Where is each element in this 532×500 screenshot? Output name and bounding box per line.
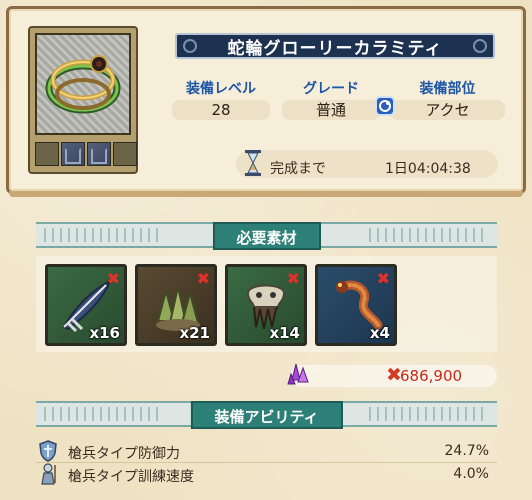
cost-value: 686,900 [400,367,463,385]
stat-grade: グレード 普通 [282,78,380,120]
item-frame [28,26,138,174]
missing-x-icon: ✖ [106,269,120,288]
soldier-icon [38,463,58,485]
ability-title: 装備アビリティ [190,401,343,429]
time-label: 完成まで [270,161,326,177]
missing-x-icon: ✖ [376,269,390,288]
missing-x-icon: ✖ [196,269,210,288]
ability-row: 槍兵タイプ訓練速度 4.0% [36,463,497,485]
item-name-banner: 蛇輪グローリーカラミティ [175,33,495,59]
material-slot[interactable]: ✖ x21 [135,264,217,346]
stat-equip-slot: 装備部位 アクセ [390,78,505,120]
stat-label: 装備レベル [186,81,256,97]
stat-value: 28 [172,100,270,120]
material-qty: x14 [269,324,300,342]
stat-value: 普通 [282,100,380,120]
missing-x-icon: ✖ [286,269,300,288]
material-qty: x16 [89,324,120,342]
gem-slot[interactable] [113,142,137,166]
stat-value: アクセ [390,100,505,120]
ability-label: 槍兵タイプ防御力 [68,446,180,462]
ability-value: 4.0% [453,466,489,482]
ability-label: 槍兵タイプ訓練速度 [68,469,194,485]
material-qty: x4 [369,324,390,342]
gem-slot[interactable] [35,142,59,166]
crystal-icon [286,360,312,386]
gem-slots [35,142,137,166]
stat-label: 装備部位 [419,81,476,97]
material-qty: x21 [179,324,210,342]
accessory-icon [375,96,395,116]
ring-icon [35,33,131,135]
material-slot[interactable]: ✖ x14 [225,264,307,346]
item-name: 蛇輪グローリーカラミティ [227,38,443,59]
stat-label: グレード [303,81,359,97]
hourglass-icon [245,150,261,176]
shield-icon [38,440,58,462]
banner-ornament-icon [183,39,197,53]
stat-equip-level: 装備レベル 28 [172,78,270,120]
gem-slot[interactable] [61,142,85,166]
ability-header: 装備アビリティ [36,401,497,429]
ability-value: 24.7% [444,443,489,459]
material-slot[interactable]: ✖ x16 [45,264,127,346]
gem-slot[interactable] [87,142,111,166]
materials-title: 必要素材 [212,222,321,250]
ability-row: 槍兵タイプ防御力 24.7% [36,440,497,462]
materials-header: 必要素材 [36,222,497,250]
banner-ornament-icon [473,39,487,53]
material-slot[interactable]: ✖ x4 [315,264,397,346]
time-value: 1日04:04:38 [385,161,471,177]
